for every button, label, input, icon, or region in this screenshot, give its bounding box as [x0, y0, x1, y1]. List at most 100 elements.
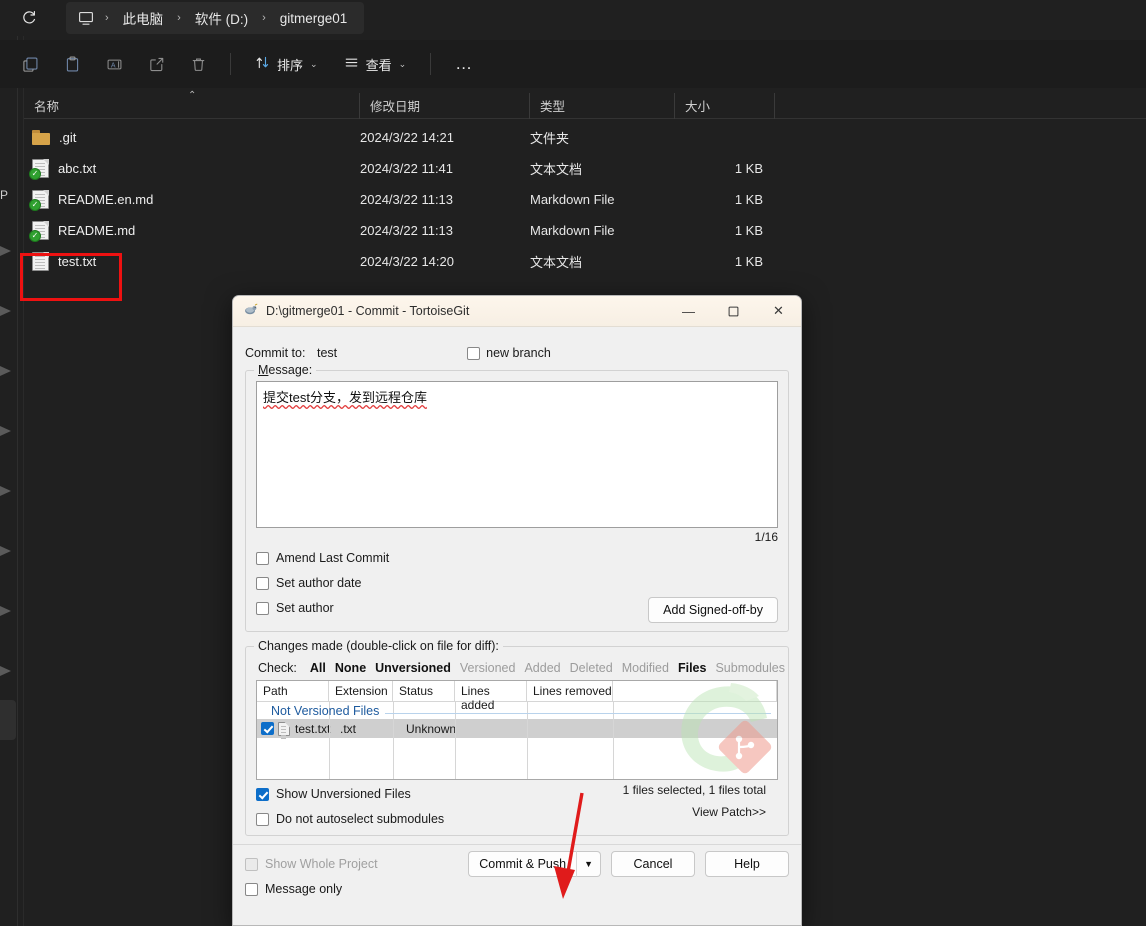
- view-button[interactable]: 查看 ⌄: [334, 48, 417, 80]
- table-row[interactable]: .git 2024/3/22 14:21 文件夹: [24, 122, 1024, 153]
- check-none-link[interactable]: None: [335, 661, 366, 675]
- column-header-size[interactable]: 大小: [675, 92, 775, 119]
- help-button[interactable]: Help: [705, 851, 789, 877]
- nav-chevron-icon[interactable]: [0, 366, 11, 376]
- breadcrumb: › 此电脑 › 软件 (D:) › gitmerge01: [66, 2, 365, 34]
- nav-chevron-icon[interactable]: [0, 486, 11, 496]
- maximize-button[interactable]: [711, 296, 756, 327]
- breadcrumb-item-drive-d[interactable]: 软件 (D:): [188, 5, 255, 31]
- address-bar: › 此电脑 › 软件 (D:) › gitmerge01: [0, 0, 1146, 36]
- col-lines-removed[interactable]: Lines removed: [527, 681, 613, 702]
- table-row[interactable]: ✓ abc.txt 2024/3/22 11:41 文本文档 1 KB: [24, 153, 1024, 184]
- check-deleted-link: Deleted: [569, 661, 613, 675]
- commit-to-label: Commit to:: [245, 346, 306, 360]
- file-date-cell: 2024/3/22 11:13: [360, 192, 454, 207]
- table-row[interactable]: ✓ README.md 2024/3/22 11:13 Markdown Fil…: [24, 215, 1024, 246]
- amend-last-commit-option[interactable]: Amend Last Commit: [256, 547, 778, 569]
- table-row[interactable]: ✓ README.en.md 2024/3/22 11:13 Markdown …: [24, 184, 1024, 215]
- minimize-button[interactable]: —: [666, 296, 711, 327]
- delete-icon[interactable]: [180, 48, 216, 80]
- new-branch-checkbox[interactable]: [467, 346, 481, 360]
- file-date-cell: 2024/3/22 14:20: [360, 254, 454, 269]
- table-row[interactable]: test.txt 2024/3/22 14:20 文本文档 1 KB: [24, 246, 1024, 277]
- set-author-checkbox[interactable]: [256, 601, 269, 615]
- rename-icon[interactable]: A: [96, 48, 132, 80]
- new-branch-option[interactable]: new branch: [467, 346, 551, 360]
- view-patch-link[interactable]: View Patch>>: [692, 805, 766, 819]
- sort-ascending-icon: ⌃: [188, 89, 197, 101]
- check-files-link[interactable]: Files: [678, 661, 707, 675]
- copy-icon[interactable]: [12, 48, 48, 80]
- commit-message-input[interactable]: 提交test分支，发到远程仓库: [256, 381, 778, 528]
- sort-arrows-icon: [255, 55, 270, 73]
- refresh-icon[interactable]: [14, 4, 44, 32]
- col-path[interactable]: Path: [257, 681, 329, 702]
- set-author-date-option[interactable]: Set author date: [256, 572, 778, 594]
- file-date-cell: 2024/3/22 14:21: [360, 130, 454, 145]
- changes-table-header: Path Extension Status Lines added Lines …: [257, 681, 777, 712]
- navigation-pane[interactable]: P: [0, 0, 18, 926]
- nav-chevron-icon[interactable]: [0, 546, 11, 556]
- nav-selected-item[interactable]: [0, 700, 16, 740]
- dialog-title-bar[interactable]: D:\gitmerge01 - Commit - TortoiseGit — ✕: [233, 296, 801, 327]
- close-button[interactable]: ✕: [756, 296, 801, 327]
- more-options-button[interactable]: …: [445, 54, 484, 74]
- col-spacer: [613, 681, 777, 702]
- char-count-label: 1/16: [754, 530, 778, 544]
- message-only-option[interactable]: Message only: [245, 878, 789, 900]
- file-size-cell: 1 KB: [734, 161, 763, 176]
- col-status[interactable]: Status: [393, 681, 455, 702]
- file-size-cell: 1 KB: [734, 223, 763, 238]
- check-label: Check:: [258, 661, 297, 675]
- nav-chevron-icon[interactable]: [0, 426, 11, 436]
- col-extension[interactable]: Extension: [329, 681, 393, 702]
- share-icon[interactable]: [138, 48, 174, 80]
- commit-push-split-button: Commit & Push ▼: [468, 851, 601, 877]
- message-only-checkbox[interactable]: [245, 882, 258, 896]
- row-checkbox[interactable]: [261, 722, 274, 735]
- chevron-down-icon: ⌄: [310, 58, 318, 69]
- file-name-cell: ✓ README.md: [24, 221, 360, 242]
- commit-to-branch-value[interactable]: test: [317, 346, 337, 360]
- breadcrumb-item-gitmerge01[interactable]: gitmerge01: [273, 8, 355, 29]
- column-header-type[interactable]: 类型: [530, 92, 675, 119]
- changes-table[interactable]: Path Extension Status Lines added Lines …: [256, 680, 778, 780]
- nav-chevron-icon[interactable]: [0, 306, 11, 316]
- check-unversioned-link[interactable]: Unversioned: [375, 661, 451, 675]
- set-author-date-checkbox[interactable]: [256, 576, 269, 590]
- sort-button[interactable]: 排序 ⌄: [245, 48, 328, 80]
- paste-icon[interactable]: [54, 48, 90, 80]
- folder-icon: [32, 130, 50, 145]
- commit-push-dropdown-button[interactable]: ▼: [576, 851, 601, 877]
- file-icon: [278, 721, 290, 736]
- file-type-cell: 文件夹: [530, 131, 570, 146]
- show-unversioned-files-checkbox[interactable]: [256, 787, 269, 801]
- list-lines-icon: [344, 55, 359, 73]
- this-pc-icon[interactable]: [74, 11, 98, 26]
- do-not-autoselect-submodules-checkbox[interactable]: [256, 812, 269, 826]
- nav-chevron-icon[interactable]: [0, 666, 11, 676]
- commit-push-button[interactable]: Commit & Push: [468, 851, 577, 877]
- command-toolbar: A 排序 ⌄ 查看 ⌄ …: [0, 40, 1146, 88]
- column-header-name[interactable]: 名称 ⌃: [24, 89, 360, 119]
- file-name-cell: ✓ abc.txt: [24, 159, 360, 180]
- commit-dialog: D:\gitmerge01 - Commit - TortoiseGit — ✕…: [232, 295, 802, 926]
- nav-chevron-icon[interactable]: [0, 606, 11, 616]
- cancel-button[interactable]: Cancel: [611, 851, 695, 877]
- screen: P › 此电脑 › 软件 (D:) › gitmerge01 A 排序 ⌄ 查看…: [0, 0, 1146, 926]
- amend-last-commit-checkbox[interactable]: [256, 551, 269, 565]
- add-signed-off-by-button[interactable]: Add Signed-off-by: [648, 597, 778, 623]
- column-header-date[interactable]: 修改日期: [360, 92, 530, 119]
- nav-chevron-icon[interactable]: [0, 246, 11, 256]
- column-header-label: 大小: [685, 100, 711, 114]
- col-lines-added[interactable]: Lines added: [455, 681, 527, 712]
- breadcrumb-item-this-pc[interactable]: 此电脑: [116, 5, 171, 31]
- show-whole-project-checkbox: [245, 857, 258, 871]
- check-all-link[interactable]: All: [310, 661, 326, 675]
- show-whole-project-label: Show Whole Project: [265, 857, 378, 871]
- file-size-cell: 1 KB: [734, 254, 763, 269]
- table-row[interactable]: test.txt .txt Unknown: [257, 719, 777, 738]
- row-status: Unknown: [406, 721, 457, 736]
- file-type-cell: 文本文档: [530, 255, 583, 270]
- nav-partial-label: P: [0, 188, 9, 202]
